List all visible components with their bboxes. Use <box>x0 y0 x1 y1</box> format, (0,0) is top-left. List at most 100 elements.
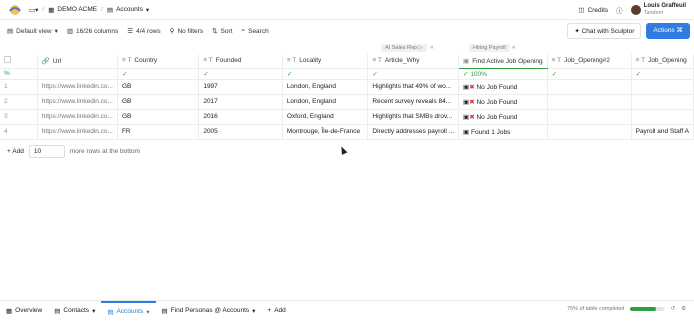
text-type-icon: ≡ T <box>203 57 213 65</box>
check-icon: ✓ <box>117 68 200 80</box>
filter-icon: ⚲ <box>169 28 175 35</box>
why-cell[interactable]: Highlights that SMBs drov... <box>367 109 460 125</box>
why-cell[interactable]: Directly addresses payroll ... <box>367 124 460 140</box>
table-row[interactable]: 2 https://www.linkedin.co... GB 2017 Lon… <box>0 94 694 110</box>
chevron-down-icon: ▾ <box>54 28 58 35</box>
tab-contacts[interactable]: ▤ Contacts ▾ <box>48 301 101 321</box>
country-cell[interactable]: GB <box>117 79 200 95</box>
country-cell[interactable]: GB <box>117 94 200 110</box>
collapse-left-icon[interactable]: « <box>512 44 516 51</box>
group-ai-sales[interactable]: AI Sales Rep ▷ <box>381 44 427 52</box>
founded-cell[interactable]: 1997 <box>198 79 283 95</box>
collapse-left-icon[interactable]: « <box>430 44 434 51</box>
sort-button[interactable]: ⇅ Sort <box>212 27 232 36</box>
view-selector[interactable]: ▤ Default view ▾ <box>7 27 58 36</box>
group-hiring[interactable]: Hiring Payroll <box>469 44 510 52</box>
text-type-icon: ≡ T <box>121 57 132 65</box>
check-icon: ✓ <box>631 68 694 80</box>
completion-label: 75% of table completed <box>566 306 625 312</box>
column-header-country[interactable]: ≡ T Country <box>117 54 200 69</box>
search-button[interactable]: ⌕ Search <box>241 27 268 35</box>
job3-cell[interactable] <box>631 94 694 110</box>
data-table: 🔗 Url ≡ T Country ≡ T Founded ≡ T Locality ≡… <box>0 54 694 140</box>
locality-cell[interactable]: London, England <box>282 79 369 95</box>
job3-cell[interactable] <box>631 79 694 95</box>
url-cell[interactable]: https://www.linkedin.co... <box>37 124 118 140</box>
chevron-down-icon: ▾ <box>92 307 96 315</box>
folder-icon[interactable]: ▭▾ <box>29 6 38 14</box>
column-header-job-opening[interactable]: ≡ T Job_Opening <box>631 54 694 69</box>
select-all-checkbox[interactable] <box>0 54 38 69</box>
job-cell[interactable]: ▣✖ No Job Found <box>458 109 548 125</box>
table-icon: ▤ <box>107 308 114 316</box>
tab-find-personas[interactable]: ▤ Find Personas @ Accounts ▾ <box>156 301 262 321</box>
job2-cell[interactable] <box>547 94 632 110</box>
link-icon: 🔗 <box>41 57 50 65</box>
job-cell[interactable]: ▣✖ No Job Found <box>458 79 548 95</box>
column-header-locality[interactable]: ≡ T Locality <box>282 54 369 69</box>
table-row[interactable]: 4 https://www.linkedin.co... FR 2005 Mon… <box>0 124 694 140</box>
user-menu[interactable]: Louis Graffeuil Tandem <box>630 3 686 17</box>
job2-cell[interactable] <box>547 109 632 125</box>
column-groups: AI Sales Rep ▷ Hiring Payroll « « <box>0 44 694 53</box>
actions-button[interactable]: Actions ⌘ <box>646 23 690 39</box>
check-icon: ✓ <box>367 68 460 80</box>
collapse-icon[interactable]: ▷ <box>419 45 423 51</box>
locality-cell[interactable]: Montrouge, Île-de-France <box>282 124 369 140</box>
breadcrumb-table[interactable]: ▤ Accounts ▾ <box>107 6 149 14</box>
briefcase-icon: ▣ <box>463 128 470 136</box>
job3-cell[interactable] <box>631 109 694 125</box>
settings-icon[interactable]: ⚙ <box>681 306 686 312</box>
rows-count-input[interactable]: 10 <box>28 145 65 158</box>
columns-button[interactable]: ▥ 16/26 columns <box>66 27 118 36</box>
breadcrumb-workspace[interactable]: ▦ DEMO ACME <box>48 6 97 14</box>
add-rows-button[interactable]: + Add <box>7 148 24 155</box>
country-cell[interactable]: GB <box>117 109 200 125</box>
job2-cell[interactable] <box>547 124 632 140</box>
job-cell[interactable]: ▣ Found 1 Jobs <box>458 124 548 140</box>
founded-cell[interactable]: 2005 <box>198 124 283 140</box>
locality-cell[interactable]: Oxford, England <box>282 109 369 125</box>
founded-cell[interactable]: 2017 <box>198 94 283 110</box>
column-header-url[interactable]: 🔗 Url <box>37 54 118 69</box>
columns-icon: ▥ <box>66 28 73 35</box>
breadcrumb-separator: / <box>42 6 45 13</box>
header-row: 🔗 Url ≡ T Country ≡ T Founded ≡ T Locality ≡… <box>0 54 694 69</box>
chevron-down-icon: ▾ <box>252 307 256 315</box>
founded-cell[interactable]: 2016 <box>198 109 283 125</box>
job2-cell[interactable] <box>547 79 632 95</box>
check-icon: ✓ <box>547 68 632 80</box>
column-header-job-opening-2[interactable]: ≡ T Job_Opening#2 <box>547 54 632 69</box>
url-cell[interactable]: https://www.linkedin.co... <box>37 79 118 95</box>
keyboard-shortcut-icon: ⌘ <box>676 27 684 34</box>
completion-pct: ✓ 100% <box>458 68 548 80</box>
locality-cell[interactable]: London, England <box>282 94 369 110</box>
chevron-down-icon: ▾ <box>145 6 150 14</box>
column-header-founded[interactable]: ≡ T Founded <box>198 54 283 69</box>
add-tab-button[interactable]: + Add <box>261 301 291 321</box>
cross-icon: ✖ <box>469 83 475 91</box>
table-row[interactable]: 1 https://www.linkedin.co... GB 1997 Lon… <box>0 79 694 95</box>
tab-accounts[interactable]: ▤ Accounts ▾ <box>101 300 156 321</box>
why-cell[interactable]: Recent survey reveals 84... <box>367 94 460 110</box>
history-icon[interactable]: ↺ <box>670 306 675 312</box>
credits-button[interactable]: ◫ Credits <box>578 6 608 15</box>
table-row[interactable]: 3 https://www.linkedin.co... GB 2016 Oxf… <box>0 109 694 125</box>
rows-button[interactable]: ☰ 4/4 rows <box>127 27 160 36</box>
url-cell[interactable]: https://www.linkedin.co... <box>37 94 118 110</box>
job3-cell[interactable]: Payroll and Staff A <box>631 124 694 140</box>
tab-overview[interactable]: ▦ Overview <box>0 301 48 321</box>
job-cell[interactable]: ▣✖ No Job Found <box>458 94 548 110</box>
column-header-article-why[interactable]: ≡ T Article_Why <box>367 54 460 69</box>
filters-button[interactable]: ⚲ No filters <box>169 27 203 36</box>
sort-icon: ⇅ <box>212 28 218 35</box>
sparkle-icon: ✦ <box>574 28 580 35</box>
url-cell[interactable]: https://www.linkedin.co... <box>37 109 118 125</box>
help-icon[interactable]: ⓘ <box>616 5 623 15</box>
app-logo-icon[interactable] <box>9 4 21 16</box>
country-cell[interactable]: FR <box>117 124 200 140</box>
chat-button[interactable]: ✦ Chat with Sculptor <box>567 23 642 39</box>
column-header-find-job[interactable]: ▣ Find Active Job Opening <box>458 54 548 69</box>
why-cell[interactable]: Highlights that 49% of wo... <box>367 79 460 95</box>
search-icon: ⌕ <box>241 27 246 34</box>
